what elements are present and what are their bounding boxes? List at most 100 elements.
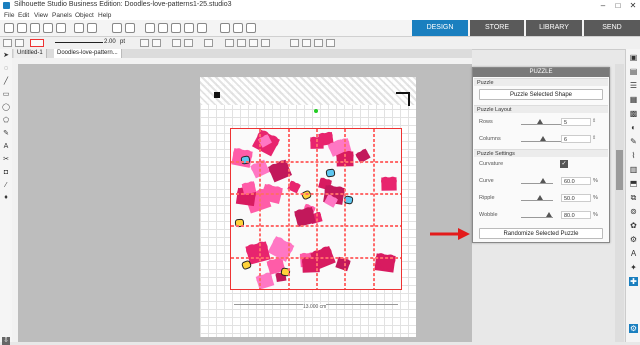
puzzle-selected-shape-button[interactable]: Puzzle Selected Shape xyxy=(479,89,603,100)
eraser-tool-icon[interactable]: ◘ xyxy=(2,169,10,177)
rows-spinner-icon[interactable]: ⇕ xyxy=(592,118,596,124)
cut-icon[interactable] xyxy=(74,23,84,33)
select-arrow-icon[interactable]: ➤ xyxy=(2,52,10,60)
trace-image-icon[interactable]: ⚙ xyxy=(629,235,638,244)
tab-design[interactable]: DESIGN xyxy=(412,20,468,36)
line-color-icon[interactable] xyxy=(15,39,24,47)
copy-icon[interactable] xyxy=(87,23,97,33)
print-cut-icon[interactable] xyxy=(56,23,66,33)
line-panel-icon[interactable]: ☰ xyxy=(629,81,638,90)
new-document-icon[interactable] xyxy=(4,23,14,33)
text-tool-icon[interactable]: A xyxy=(2,143,10,151)
wobble-slider-knob[interactable] xyxy=(546,212,552,217)
ripple-slider-knob[interactable] xyxy=(537,195,543,200)
fill-tool-icon[interactable]: ♦ xyxy=(2,194,10,202)
curvature-checkbox[interactable]: ✓ xyxy=(560,160,568,168)
columns-spinner-icon[interactable]: ⇕ xyxy=(592,135,596,141)
save-icon[interactable] xyxy=(30,23,40,33)
bring-front-icon[interactable] xyxy=(249,39,258,47)
tab-send[interactable]: SEND xyxy=(584,20,640,36)
menu-help[interactable]: Help xyxy=(98,11,111,20)
pattern-panel-icon[interactable]: ▩ xyxy=(629,109,638,118)
bring-forward-icon[interactable] xyxy=(225,39,234,47)
tab-library[interactable]: LIBRARY xyxy=(526,20,582,36)
eyedropper-tool-icon[interactable]: ⁄ xyxy=(2,182,10,190)
line-width-value[interactable]: 2.00 xyxy=(104,39,116,45)
puzzle-panel-icon[interactable]: ✚ xyxy=(629,277,638,286)
curve-slider[interactable] xyxy=(521,177,553,184)
ellipse-tool-icon[interactable]: ◯ xyxy=(2,104,10,112)
puzzle-pattern-selection[interactable] xyxy=(230,128,402,290)
polygon-tool-icon[interactable]: ⬠ xyxy=(2,117,10,125)
deselect-icon[interactable] xyxy=(152,39,161,47)
star-panel-icon[interactable]: ✦ xyxy=(629,263,638,272)
ripple-input[interactable]: 50.0 xyxy=(561,194,591,202)
zoom-select-icon[interactable] xyxy=(171,23,181,33)
modify-panel-icon[interactable]: ⊚ xyxy=(629,207,638,216)
settings-gear-icon[interactable]: ⚙ xyxy=(629,324,638,333)
send-back-icon[interactable] xyxy=(261,39,270,47)
line-style-icon[interactable] xyxy=(30,39,44,47)
send-shortcut-icon[interactable]: ⇩ xyxy=(2,337,10,345)
offset-panel-icon[interactable]: ✿ xyxy=(629,221,638,230)
fill-color-icon[interactable] xyxy=(3,39,12,47)
curve-slider-knob[interactable] xyxy=(540,178,546,183)
ripple-slider[interactable] xyxy=(521,194,553,201)
point-edit-icon[interactable]: ◌ xyxy=(2,65,10,73)
columns-slider-knob[interactable] xyxy=(540,136,546,141)
rows-input[interactable]: 5 xyxy=(561,118,591,126)
vertical-scrollbar[interactable] xyxy=(615,64,624,342)
weld-icon[interactable] xyxy=(302,39,311,47)
print-icon[interactable] xyxy=(43,23,53,33)
transparency-panel-icon[interactable]: ◐ xyxy=(629,123,638,132)
replicate-panel-icon[interactable]: ⧉ xyxy=(629,193,638,202)
minimize-button[interactable]: – xyxy=(596,0,610,11)
page-setup-icon[interactable]: ▣ xyxy=(629,53,638,62)
line-tool-icon[interactable]: ╱ xyxy=(2,78,10,86)
align-panel-icon[interactable]: ▥ xyxy=(629,165,638,174)
tab-store[interactable]: STORE xyxy=(470,20,524,36)
settings-gear-icon[interactable] xyxy=(233,23,243,33)
undo-icon[interactable] xyxy=(112,23,122,33)
library-icon[interactable] xyxy=(246,23,256,33)
sketch-panel-icon[interactable]: ✎ xyxy=(629,137,638,146)
wobble-slider[interactable] xyxy=(521,211,553,218)
transform-panel-icon[interactable]: ⬒ xyxy=(629,179,638,188)
ungroup-icon[interactable] xyxy=(184,39,193,47)
wobble-input[interactable]: 80.0 xyxy=(561,211,591,219)
text-panel-icon[interactable]: A xyxy=(629,249,638,258)
zoom-in-icon[interactable] xyxy=(145,23,155,33)
trace-panel-icon[interactable]: ⌇ xyxy=(629,151,638,160)
trace-icon[interactable] xyxy=(326,39,335,47)
maximize-button[interactable]: □ xyxy=(611,0,625,11)
rectangle-tool-icon[interactable]: ▭ xyxy=(2,91,10,99)
replicate-icon[interactable] xyxy=(290,39,299,47)
pencil-tool-icon[interactable]: ✎ xyxy=(2,130,10,138)
menu-view[interactable]: View xyxy=(34,11,48,20)
rows-slider-knob[interactable] xyxy=(537,119,543,124)
tab-doodles[interactable]: Doodles-love-pattern... xyxy=(54,49,122,58)
tab-untitled[interactable]: Untitled-1 xyxy=(14,49,47,58)
redo-icon[interactable] xyxy=(125,23,135,33)
menu-file[interactable]: File xyxy=(4,11,14,20)
knife-tool-icon[interactable]: ✂ xyxy=(2,156,10,164)
menu-object[interactable]: Object xyxy=(75,11,94,20)
design-canvas[interactable]: 13.000 cm xyxy=(18,64,472,342)
randomize-selected-puzzle-button[interactable]: Randomize Selected Puzzle xyxy=(479,228,603,239)
fill-panel-icon[interactable]: ▤ xyxy=(629,67,638,76)
pan-icon[interactable] xyxy=(184,23,194,33)
curve-input[interactable]: 60.0 xyxy=(561,177,591,185)
rotate-handle[interactable] xyxy=(314,109,318,113)
make-compound-icon[interactable] xyxy=(204,39,213,47)
zoom-out-icon[interactable] xyxy=(158,23,168,33)
gradient-panel-icon[interactable]: ▦ xyxy=(629,95,638,104)
group-icon[interactable] xyxy=(172,39,181,47)
send-backward-icon[interactable] xyxy=(237,39,246,47)
grid-icon[interactable] xyxy=(220,23,230,33)
fit-page-icon[interactable] xyxy=(197,23,207,33)
offset-icon[interactable] xyxy=(314,39,323,47)
close-button[interactable]: ✕ xyxy=(626,0,640,11)
menu-edit[interactable]: Edit xyxy=(18,11,29,20)
scrollbar-thumb[interactable] xyxy=(616,150,623,190)
menu-panels[interactable]: Panels xyxy=(52,11,72,20)
